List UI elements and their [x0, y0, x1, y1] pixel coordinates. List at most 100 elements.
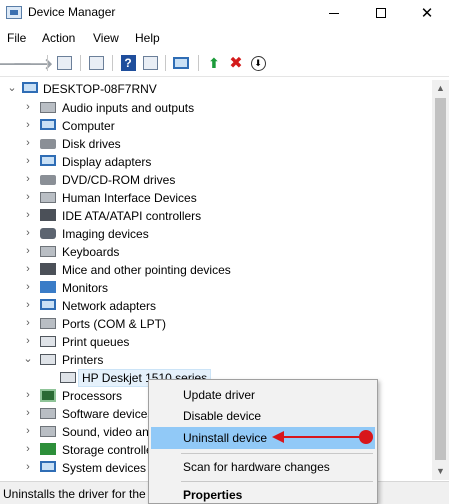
maximize-icon: [376, 8, 386, 18]
menu-item-label: Properties: [183, 488, 243, 502]
port-icon: [40, 318, 56, 329]
network-adapter-icon: [40, 299, 56, 310]
tree-item-label: Audio inputs and outputs: [62, 101, 195, 115]
properties-menu-item[interactable]: Properties: [151, 484, 375, 504]
menu-item-label: Update driver: [183, 388, 256, 402]
chevron-right-icon[interactable]: ›: [22, 136, 34, 150]
chevron-right-icon[interactable]: ›: [22, 316, 34, 330]
chevron-right-icon[interactable]: ›: [22, 460, 34, 474]
close-button[interactable]: ✕: [404, 0, 449, 26]
printer-icon: [40, 354, 56, 365]
tree-item-ide-controllers[interactable]: › IDE ATA/ATAPI controllers: [0, 207, 432, 225]
tree-item-label: DVD/CD-ROM drives: [62, 173, 176, 187]
computer-icon: [40, 119, 56, 130]
minimize-button[interactable]: [311, 0, 357, 26]
scroll-thumb[interactable]: [435, 98, 446, 460]
menu-item-label: Scan for hardware changes: [183, 460, 330, 474]
help-icon: ?: [120, 55, 136, 71]
maximize-button[interactable]: [358, 0, 404, 26]
tree-root[interactable]: ⌄ DESKTOP-08F7RNV: [0, 80, 432, 98]
menu-view[interactable]: View: [93, 31, 119, 45]
tree-item-label: Human Interface Devices: [62, 191, 197, 205]
speaker-icon: [40, 102, 56, 113]
forward-button[interactable]: 🡒: [13, 54, 53, 73]
scroll-down-icon[interactable]: ▼: [432, 463, 449, 480]
tree-item-label: Imaging devices: [62, 227, 149, 241]
update-driver-menu-item[interactable]: Update driver: [151, 384, 375, 406]
disk-drive-icon: [40, 139, 56, 149]
annotation-arrow-line: [283, 436, 361, 438]
toolbar-separator: [112, 55, 113, 71]
update-driver-toolbar-button[interactable]: ⬇: [249, 54, 267, 72]
tree-item-ports[interactable]: › Ports (COM & LPT): [0, 315, 432, 333]
chevron-right-icon[interactable]: ›: [22, 100, 34, 114]
chevron-right-icon[interactable]: ›: [22, 244, 34, 258]
show-hide-console-tree-button[interactable]: [55, 54, 73, 72]
display-adapter-icon: [40, 155, 56, 166]
menu-action[interactable]: Action: [42, 31, 75, 45]
tree-item-label: Monitors: [62, 281, 109, 295]
tree-item-print-queues[interactable]: › Print queues: [0, 333, 432, 351]
tree-root-label: DESKTOP-08F7RNV: [43, 82, 157, 96]
menu-item-label: Disable device: [183, 409, 262, 423]
chevron-down-icon[interactable]: ⌄: [22, 352, 34, 366]
chevron-right-icon[interactable]: ›: [22, 190, 34, 204]
chevron-right-icon[interactable]: ›: [22, 388, 34, 402]
tree-item-computer[interactable]: › Computer: [0, 117, 432, 135]
scroll-up-icon[interactable]: ▲: [432, 80, 449, 97]
computer-icon: [22, 82, 38, 93]
tree-item-audio[interactable]: › Audio inputs and outputs: [0, 99, 432, 117]
chevron-right-icon[interactable]: ›: [22, 424, 34, 438]
tree-item-keyboards[interactable]: › Keyboards: [0, 243, 432, 261]
properties-icon: [88, 56, 104, 70]
chevron-right-icon[interactable]: ›: [22, 118, 34, 132]
tree-item-label: Mice and other pointing devices: [62, 263, 231, 277]
disable-device-menu-item[interactable]: Disable device: [151, 405, 375, 427]
tree-item-mice[interactable]: › Mice and other pointing devices: [0, 261, 432, 279]
mouse-icon: [40, 263, 56, 275]
properties-toolbar-button[interactable]: [87, 54, 105, 72]
processor-icon: [40, 389, 56, 402]
chevron-down-icon[interactable]: ⌄: [6, 81, 18, 95]
tree-item-label: Disk drives: [62, 137, 121, 151]
chevron-right-icon[interactable]: ›: [22, 208, 34, 222]
title-bar: Device Manager ✕: [0, 0, 449, 26]
scan-hardware-menu-item[interactable]: Scan for hardware changes: [151, 456, 375, 478]
menu-help[interactable]: Help: [135, 31, 160, 45]
tree-item-label: Print queues: [62, 335, 130, 349]
tree-item-display-adapters[interactable]: › Display adapters: [0, 153, 432, 171]
vertical-scrollbar[interactable]: ▲ ▼: [432, 80, 449, 480]
chevron-right-icon[interactable]: ›: [22, 334, 34, 348]
action-pane-button[interactable]: [141, 54, 159, 72]
chevron-right-icon[interactable]: ›: [22, 298, 34, 312]
tree-item-dvd-drives[interactable]: › DVD/CD-ROM drives: [0, 171, 432, 189]
chevron-right-icon[interactable]: ›: [22, 172, 34, 186]
tree-item-monitors[interactable]: › Monitors: [0, 279, 432, 297]
system-device-icon: [40, 461, 56, 472]
tree-item-disk-drives[interactable]: › Disk drives: [0, 135, 432, 153]
chevron-right-icon[interactable]: ›: [22, 154, 34, 168]
tree-item-label: System devices: [62, 461, 147, 475]
chevron-right-icon[interactable]: ›: [22, 280, 34, 294]
storage-controller-icon: [40, 443, 56, 455]
tree-item-network-adapters[interactable]: › Network adapters: [0, 297, 432, 315]
toolbar-separator: [47, 55, 48, 71]
chevron-right-icon[interactable]: ›: [22, 262, 34, 276]
chevron-right-icon[interactable]: ›: [22, 226, 34, 240]
tree-item-label: Printers: [62, 353, 104, 367]
tree-item-imaging-devices[interactable]: › Imaging devices: [0, 225, 432, 243]
enable-device-button[interactable]: ⬆: [205, 54, 223, 72]
chevron-right-icon[interactable]: ›: [22, 406, 34, 420]
ide-controller-icon: [40, 209, 56, 221]
device-manager-icon: [6, 6, 22, 19]
tree-item-printers[interactable]: ⌄ Printers: [0, 351, 432, 369]
menu-file[interactable]: File: [7, 31, 26, 45]
uninstall-device-toolbar-button[interactable]: ✖: [227, 54, 245, 72]
chevron-right-icon[interactable]: ›: [22, 442, 34, 456]
uninstall-device-menu-item[interactable]: Uninstall device: [151, 427, 375, 449]
tree-item-hid[interactable]: › Human Interface Devices: [0, 189, 432, 207]
scan-hardware-button[interactable]: [172, 54, 190, 72]
tree-item-label: Display adapters: [62, 155, 152, 169]
tree-item-label: Software devices: [62, 407, 154, 421]
help-toolbar-button[interactable]: ?: [119, 54, 137, 72]
